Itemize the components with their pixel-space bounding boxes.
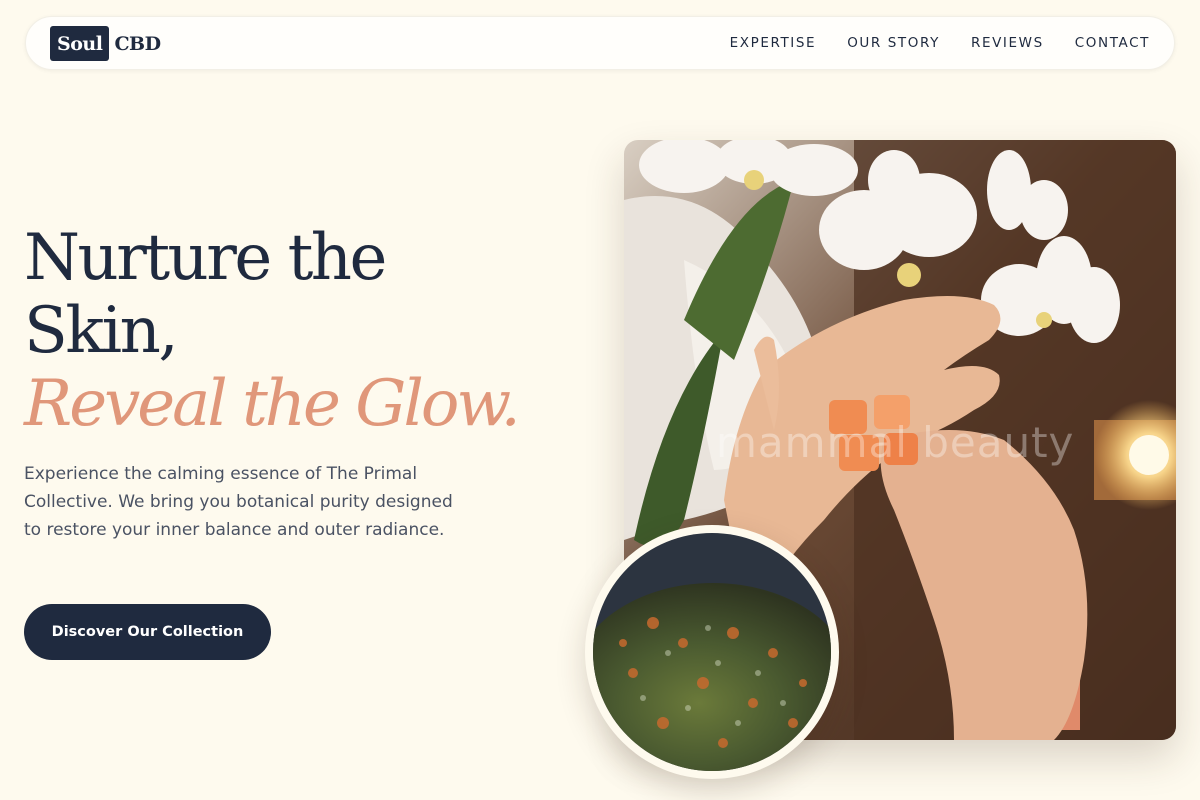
nav-link-contact[interactable]: CONTACT: [1075, 35, 1150, 51]
nav-link-expertise[interactable]: EXPERTISE: [730, 35, 817, 51]
discover-collection-button[interactable]: Discover Our Collection: [24, 604, 271, 660]
inset-image-frame: [585, 525, 839, 779]
headline-accent: Reveal the Glow.: [24, 367, 521, 441]
nav-link-reviews[interactable]: REVIEWS: [971, 35, 1044, 51]
nav-link-our-story[interactable]: OUR STORY: [847, 35, 940, 51]
cannabis-bud-image: [593, 533, 831, 771]
headline-line-1: Nurture the: [24, 221, 387, 295]
logo[interactable]: Soul CBD: [50, 26, 161, 61]
logo-mark: Soul: [50, 26, 110, 61]
logo-wordmark: CBD: [114, 32, 161, 55]
hero-description: Experience the calming essence of The Pr…: [24, 464, 453, 540]
headline-line-2: Skin,: [24, 294, 179, 368]
image-watermark: mammal beauty: [716, 418, 1075, 467]
top-navigation: Soul CBD EXPERTISE OUR STORY REVIEWS CON…: [25, 16, 1175, 70]
nav-menu: EXPERTISE OUR STORY REVIEWS CONTACT: [699, 17, 1150, 69]
hero-headline: Nurture the Skin, Reveal the Glow.: [24, 221, 521, 441]
